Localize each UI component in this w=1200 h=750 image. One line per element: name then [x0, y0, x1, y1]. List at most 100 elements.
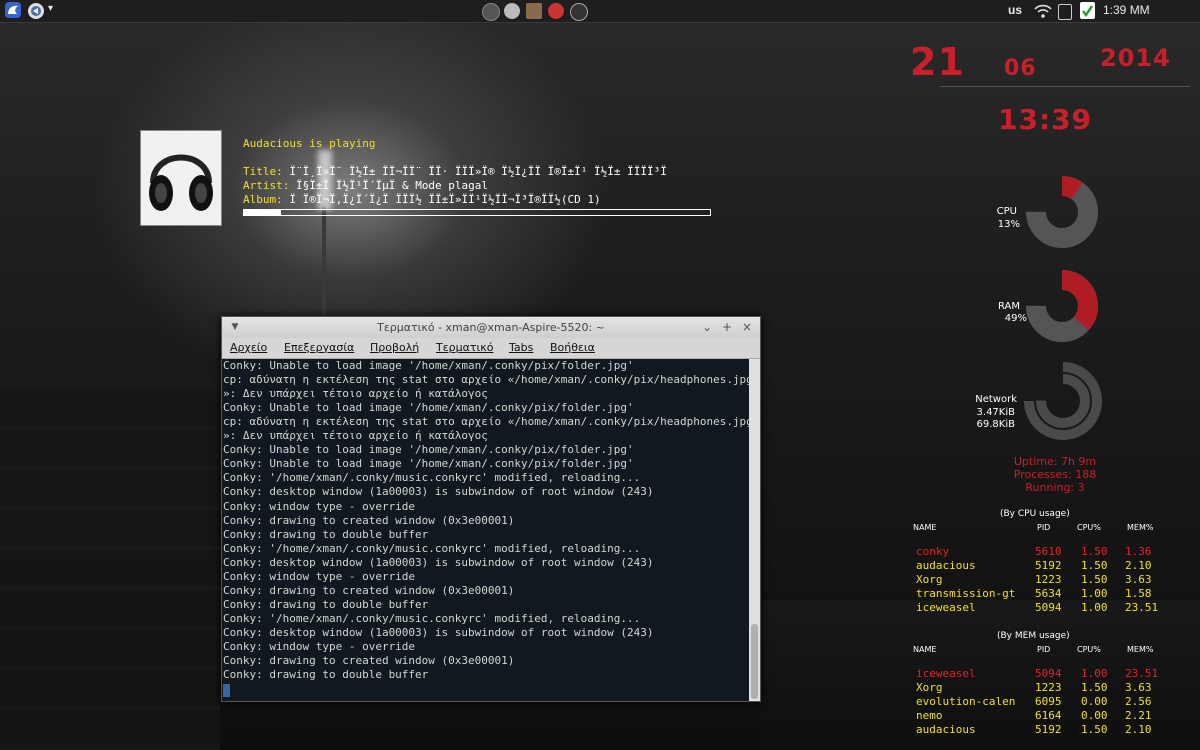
process-mem: 1.58: [1125, 587, 1152, 600]
conky-divider: [940, 86, 1190, 87]
menu-help[interactable]: Βοήθεια: [550, 341, 595, 354]
uptime-text: Uptime: 7h 9m: [1013, 455, 1097, 468]
process-mem: 3.63: [1125, 573, 1152, 586]
process-cpu-header-pid: PID: [1037, 523, 1051, 532]
process-cpu: 1.00: [1081, 587, 1108, 600]
process-cpu: 1.50: [1081, 545, 1108, 558]
terminal-line: Conky: '/home/xman/.conky/music.conkyrc'…: [223, 471, 641, 485]
process-mem: 3.63: [1125, 681, 1152, 694]
process-name: Xorg: [916, 573, 943, 586]
terminal-line: Conky: drawing to created window (0x3e00…: [223, 513, 515, 527]
terminal-output[interactable]: Conky: Unable to load image '/home/xman/…: [222, 359, 749, 701]
music-album-row: Album: Ï Ï®Ï¬Ï,Ï¿Ï´Ï¿Ï ÏÏÏ½ ÏÏ±Ï»ÏÏ¹Ï½ÏÏ…: [243, 193, 601, 206]
terminal-line: Conky: '/home/xman/.conky/music.conkyrc'…: [223, 541, 641, 555]
terminal-line: »: Δεν υπάρχει τέτοιο αρχείο ή κατάλογος: [223, 387, 488, 401]
menu-tabs[interactable]: Tabs: [509, 341, 533, 354]
terminal-scrollbar-thumb[interactable]: [751, 624, 758, 699]
processes-text: Processes: 188: [1013, 468, 1097, 481]
terminal-line: Conky: drawing to double buffer: [223, 527, 429, 541]
process-mem-header-cpu: CPU%: [1077, 645, 1101, 654]
terminal-line: Conky: window type - override: [223, 499, 416, 513]
disk-launcher-icon[interactable]: [482, 3, 500, 21]
browser-launcher-icon[interactable]: [504, 3, 520, 19]
network-gauge: [1024, 362, 1102, 440]
keyboard-layout-indicator[interactable]: us: [1008, 3, 1022, 17]
process-cpu: 1.00: [1081, 667, 1108, 680]
menu-view[interactable]: Προβολή: [370, 341, 419, 354]
terminal-line: Conky: Unable to load image '/home/xman/…: [223, 443, 634, 457]
battery-icon[interactable]: [1058, 4, 1072, 20]
process-cpu: 1.50: [1081, 559, 1108, 572]
process-pid: 5094: [1035, 667, 1062, 680]
music-title-row: Title: Ï¨Ï¸Ï»Ï¨ Ï½Ï± ÏÏ¬ÏÏ¨ ÏÏ· ÏÏÏ»Ï® Ï…: [243, 165, 667, 178]
music-title-value: Ï¨Ï¸Ï»Ï¨ Ï½Ï± ÏÏ¬ÏÏ¨ ÏÏ· ÏÏÏ»Ï® Ï½Ï¿ÏÏ Ï…: [289, 165, 667, 178]
process-name: transmission-gt: [916, 587, 1016, 600]
ram-label: RAM: [997, 301, 1020, 312]
terminal-line: Conky: desktop window (1a00003) is subwi…: [223, 625, 654, 639]
menu-terminal[interactable]: Τερματικό: [436, 341, 493, 354]
terminal-line: Conky: drawing to created window (0x3e00…: [223, 654, 515, 668]
process-name: audacious: [916, 559, 976, 572]
process-cpu: 0.00: [1081, 695, 1108, 708]
process-pid: 5192: [1035, 723, 1062, 736]
album-cover: [140, 130, 222, 226]
file-manager-launcher-icon[interactable]: [526, 3, 542, 19]
cpu-value: 13%: [997, 219, 1020, 230]
terminal-line: Conky: window type - override: [223, 640, 416, 653]
process-cpu: 0.00: [1081, 709, 1108, 722]
process-name: audacious: [916, 723, 976, 736]
terminal-line: Conky: drawing to created window (0x3e00…: [223, 583, 515, 597]
desktop-launcher-icon[interactable]: [28, 3, 44, 19]
terminal-line: Conky: drawing to double buffer: [223, 668, 429, 682]
process-cpu: 1.50: [1081, 573, 1108, 586]
process-pid: 5094: [1035, 601, 1062, 614]
process-mem: 1.36: [1125, 545, 1152, 558]
menu-edit[interactable]: Επεξεργασία: [284, 341, 354, 354]
background-building: [0, 390, 220, 750]
terminal-scrollbar[interactable]: [749, 359, 760, 701]
process-pid: 1223: [1035, 573, 1062, 586]
network-up: 3.47KiB: [976, 407, 1015, 418]
terminal-launcher-icon[interactable]: [570, 3, 588, 21]
process-mem: 23.51: [1125, 667, 1159, 680]
music-status: Audacious is playing: [243, 137, 376, 150]
terminal-line: Conky: Unable to load image '/home/xman/…: [223, 401, 634, 415]
process-mem-header-mem: MEM%: [1127, 645, 1154, 654]
music-title-label: Title:: [243, 165, 290, 178]
minimize-icon[interactable]: ⌄: [700, 320, 714, 334]
process-mem-header-pid: PID: [1037, 645, 1051, 654]
terminal-title: Τερματικό - xman@xman-Aspire-5520: ~: [377, 321, 605, 334]
process-name: conky: [916, 545, 950, 558]
ram-gauge: [1026, 270, 1098, 342]
updates-checkmark-icon[interactable]: [1080, 2, 1095, 19]
process-cpu: 1.00: [1081, 601, 1108, 614]
network-down: 69.8KiB: [976, 419, 1015, 430]
process-mem: 2.21: [1125, 709, 1152, 722]
panel-clock[interactable]: 1:39 ΜΜ: [1103, 3, 1150, 17]
terminal-cursor: [223, 684, 230, 697]
background-lamp-post: [322, 205, 326, 325]
launcher-menu-arrow-icon[interactable]: ▾: [48, 3, 53, 14]
process-name: Xorg: [916, 681, 943, 694]
maximize-icon[interactable]: +: [720, 320, 734, 334]
process-name: nemo: [916, 709, 943, 722]
terminal-window[interactable]: ▼ Τερματικό - xman@xman-Aspire-5520: ~ ⌄…: [221, 316, 761, 702]
terminal-line: Conky: Unable to load image '/home/xman/…: [223, 457, 634, 471]
terminal-line: cp: αδύνατη η εκτέλεση της stat στο αρχε…: [223, 373, 749, 387]
terminal-line: Conky: desktop window (1a00003) is subwi…: [223, 555, 654, 569]
process-cpu-header-cpu: CPU%: [1077, 523, 1101, 532]
network-label: Network: [975, 394, 1017, 405]
process-pid: 6095: [1035, 695, 1062, 708]
conky-month: 06: [1004, 56, 1037, 81]
app-menu-icon[interactable]: [5, 2, 21, 18]
mail-launcher-icon[interactable]: [548, 3, 564, 19]
terminal-menubar: Αρχείο Επεξεργασία Προβολή Τερματικό Tab…: [222, 338, 760, 359]
terminal-titlebar[interactable]: ▼ Τερματικό - xman@xman-Aspire-5520: ~ ⌄…: [222, 317, 760, 338]
wifi-icon[interactable]: [1034, 3, 1052, 23]
process-mem: 2.10: [1125, 723, 1152, 736]
menu-file[interactable]: Αρχείο: [230, 341, 267, 354]
process-cpu-header-name: NAME: [913, 523, 937, 532]
terminal-line: Conky: desktop window (1a00003) is subwi…: [223, 485, 654, 499]
close-icon[interactable]: ×: [740, 320, 754, 334]
headphones-icon: [149, 154, 213, 211]
